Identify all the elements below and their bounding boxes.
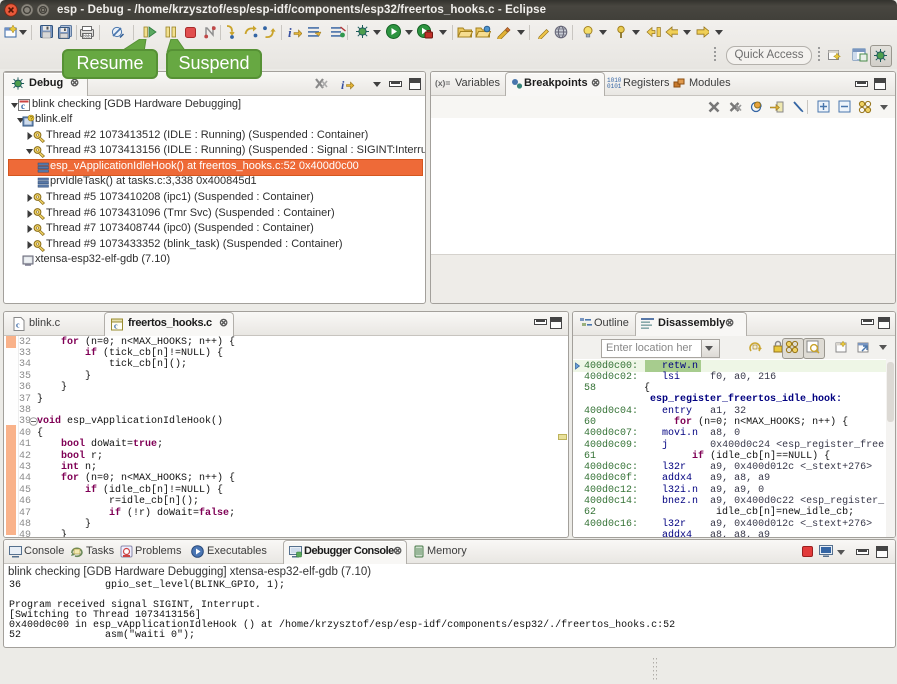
svg-text:c: c [114,322,118,331]
svg-text:c: c [16,321,20,330]
svg-text:i: i [288,25,292,39]
svg-text:i: i [341,78,345,91]
svg-text:c: c [21,101,25,111]
svg-text:bbb: bbb [83,34,91,39]
